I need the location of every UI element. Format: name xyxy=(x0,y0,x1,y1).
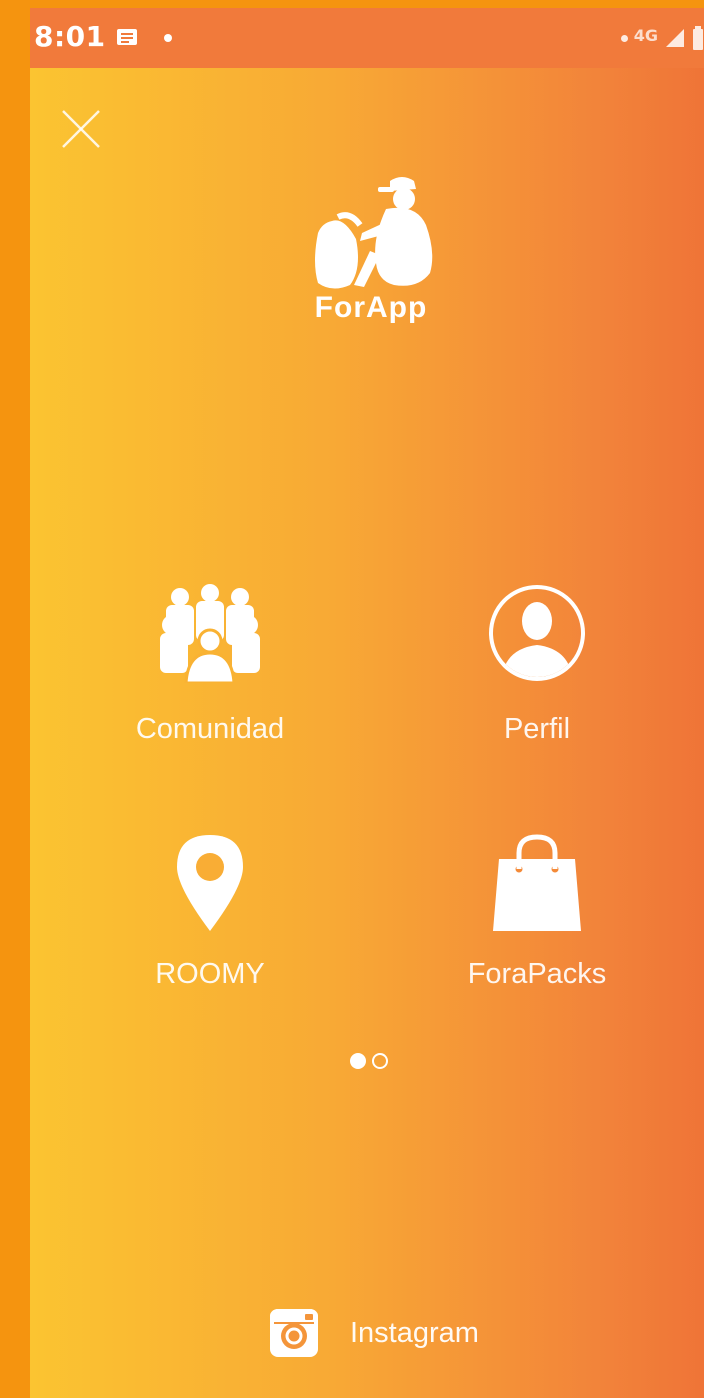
instagram-link[interactable]: Instagram xyxy=(268,1303,479,1363)
instagram-label: Instagram xyxy=(350,1316,479,1349)
community-icon xyxy=(160,584,260,683)
menu-item-label: Comunidad xyxy=(135,713,285,745)
status-indicators: 4G xyxy=(620,22,704,54)
profile-icon xyxy=(489,585,585,681)
status-bar: 8:01 4G xyxy=(30,8,704,68)
page-dot-inactive[interactable] xyxy=(372,1053,388,1069)
menu-item-label: ROOMY xyxy=(155,958,265,990)
app-screen: 8:01 4G ForApp Comunidad Perfil ROOMY Fo… xyxy=(30,8,704,1398)
menu-item-forapacks[interactable]: ForaPacks xyxy=(417,833,657,1013)
page-indicator xyxy=(350,1053,388,1069)
menu-item-label: Perfil xyxy=(503,713,571,745)
page-dot-active[interactable] xyxy=(350,1053,366,1069)
close-icon[interactable] xyxy=(60,108,102,150)
location-pin-icon xyxy=(177,835,243,931)
message-notification-icon xyxy=(117,29,137,45)
menu-item-roomy[interactable]: ROOMY xyxy=(90,833,330,1013)
logo-backpacker-icon xyxy=(315,177,433,289)
menu-item-perfil[interactable]: Perfil xyxy=(417,583,657,763)
status-time: 8:01 xyxy=(34,20,106,53)
status-dot-icon xyxy=(620,34,628,42)
menu-item-comunidad[interactable]: Comunidad xyxy=(90,583,330,763)
notification-dot-icon xyxy=(164,34,172,42)
instagram-icon xyxy=(270,1309,318,1357)
logo-text: ForApp xyxy=(314,291,428,324)
battery-icon xyxy=(693,26,703,50)
shopping-bag-icon xyxy=(493,834,581,931)
menu-item-label: ForaPacks xyxy=(467,958,607,990)
app-logo: ForApp xyxy=(298,173,444,343)
network-type: 4G xyxy=(633,25,658,45)
signal-icon xyxy=(666,29,684,47)
